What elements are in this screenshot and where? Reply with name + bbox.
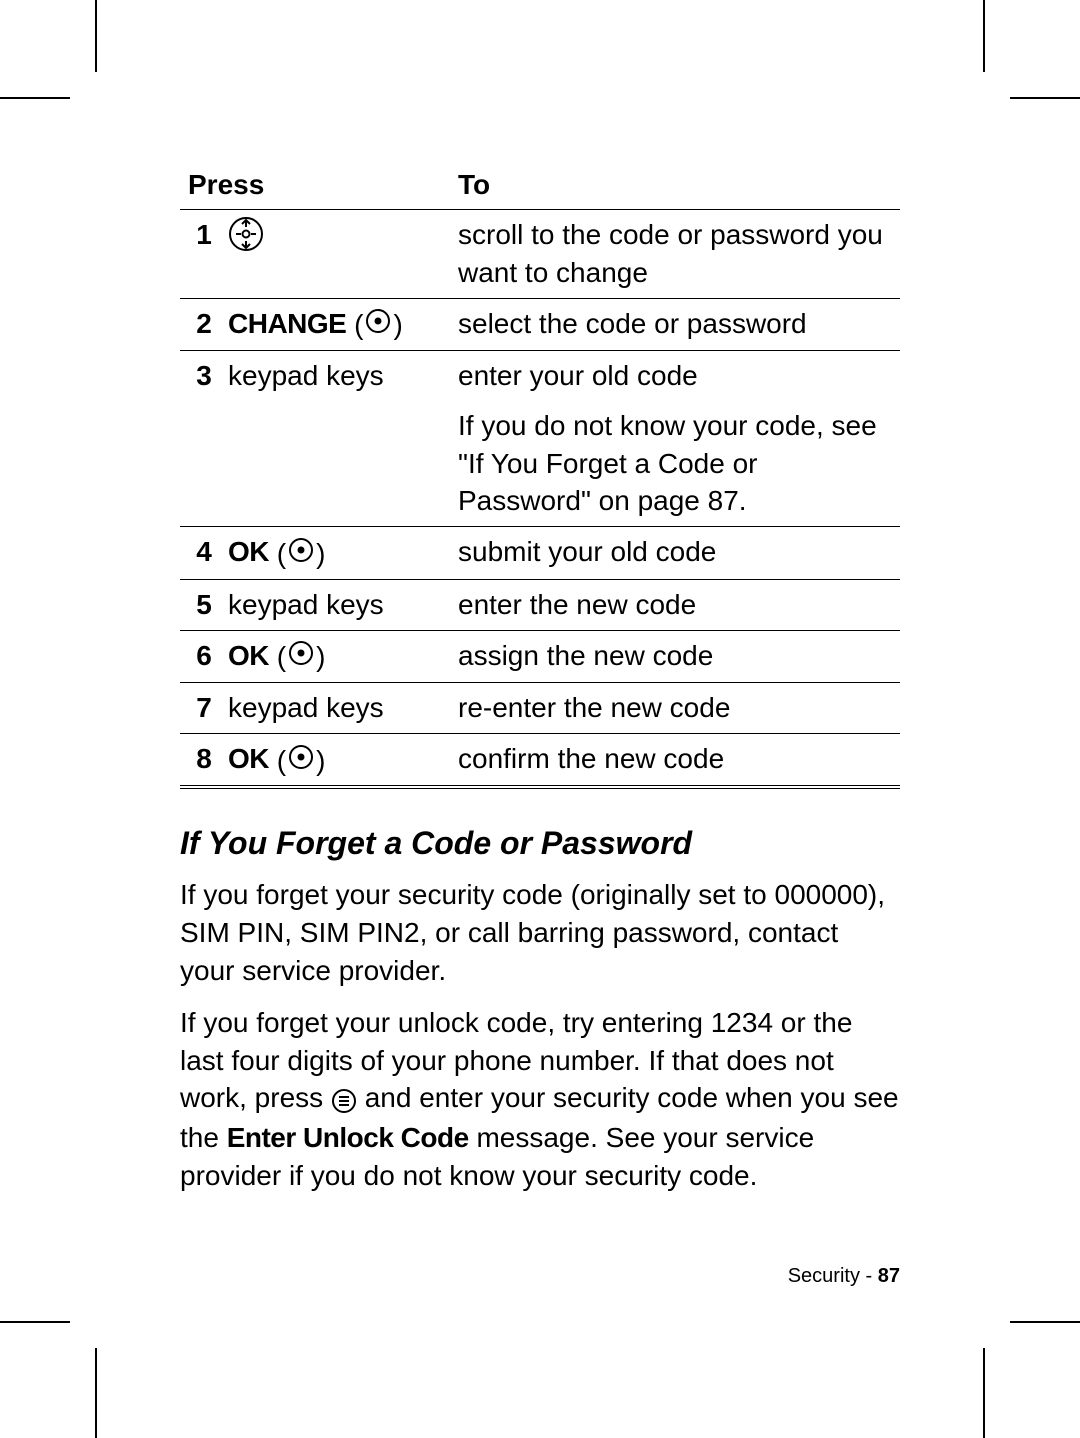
col-header-to: To <box>450 165 900 210</box>
nav-key-icon <box>228 216 264 262</box>
footer-section: Security <box>788 1265 860 1287</box>
page-footer: Security - 87 <box>788 1265 900 1288</box>
step-to: assign the new code <box>450 630 900 683</box>
step-number: 5 <box>180 579 220 630</box>
step-number: 8 <box>180 733 220 787</box>
step-press <box>220 210 450 299</box>
step-press: keypad keys <box>220 683 450 734</box>
step-to: enter the new code <box>450 579 900 630</box>
softkey-label: CHANGE <box>228 308 346 339</box>
step-to: confirm the new code <box>450 733 900 787</box>
step-press <box>220 401 450 527</box>
table-row: 4 OK () submit your old code <box>180 527 900 580</box>
center-key-icon <box>288 638 314 676</box>
step-number: 6 <box>180 630 220 683</box>
col-header-press: Press <box>180 165 450 210</box>
step-number: 4 <box>180 527 220 580</box>
ui-message-label: Enter Unlock Code <box>227 1122 469 1153</box>
step-to: re-enter the new code <box>450 683 900 734</box>
table-row: 5 keypad keys enter the new code <box>180 579 900 630</box>
step-press: OK () <box>220 527 450 580</box>
page-content: Press To 1 <box>180 165 900 1208</box>
step-press: CHANGE () <box>220 298 450 351</box>
center-key-icon <box>288 535 314 573</box>
steps-table: Press To 1 <box>180 165 900 789</box>
center-key-icon <box>365 306 391 344</box>
softkey-label: OK <box>228 536 269 567</box>
softkey-label: OK <box>228 640 269 671</box>
step-press: OK () <box>220 733 450 787</box>
table-row: 1 scro <box>180 210 900 299</box>
step-to: scroll to the code or password you want … <box>450 210 900 299</box>
step-to: submit your old code <box>450 527 900 580</box>
step-to: enter your old code <box>450 351 900 401</box>
step-number: 7 <box>180 683 220 734</box>
table-row: If you do not know your code, see "If Yo… <box>180 401 900 527</box>
section-heading: If You Forget a Code or Password <box>180 825 900 862</box>
body-paragraph: If you forget your unlock code, try ente… <box>180 1004 900 1195</box>
step-number: 2 <box>180 298 220 351</box>
step-to: select the code or password <box>450 298 900 351</box>
step-number <box>180 401 220 527</box>
body-paragraph: If you forget your security code (origin… <box>180 876 900 989</box>
table-row: 6 OK () assign the new code <box>180 630 900 683</box>
step-number: 3 <box>180 351 220 401</box>
step-to: If you do not know your code, see "If Yo… <box>450 401 900 527</box>
footer-sep: - <box>860 1265 878 1287</box>
step-press: OK () <box>220 630 450 683</box>
table-row: 3 keypad keys enter your old code <box>180 351 900 401</box>
softkey-label: OK <box>228 743 269 774</box>
center-key-icon <box>288 742 314 780</box>
step-press: keypad keys <box>220 579 450 630</box>
menu-key-icon <box>331 1081 357 1119</box>
table-row: 8 OK () confirm the new code <box>180 733 900 787</box>
step-number: 1 <box>180 210 220 299</box>
page-number: 87 <box>878 1265 900 1287</box>
step-press: keypad keys <box>220 351 450 401</box>
table-row: 7 keypad keys re-enter the new code <box>180 683 900 734</box>
table-row: 2 CHANGE () select the code or password <box>180 298 900 351</box>
